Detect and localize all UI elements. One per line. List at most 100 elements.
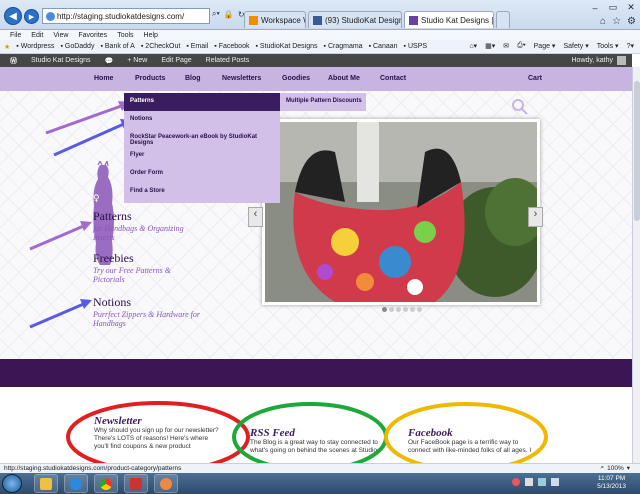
vertical-scrollbar[interactable]	[632, 67, 640, 463]
taskbar-chrome[interactable]	[94, 474, 118, 493]
submenu-patterns[interactable]: Patterns	[124, 93, 280, 111]
fav-studiokat[interactable]: ▪ StudioKat Designs	[255, 43, 317, 50]
address-bar[interactable]: http://staging.studiokatdesigns.com/	[42, 8, 210, 24]
fav-bankofa[interactable]: ▪ Bank of A	[100, 43, 134, 50]
tray-app-icon[interactable]	[512, 478, 520, 486]
slider-dot[interactable]	[382, 307, 387, 312]
nav-products[interactable]: Products	[135, 75, 165, 82]
comments-icon[interactable]: 💬	[105, 57, 114, 65]
minimize-icon[interactable]: –	[589, 3, 601, 13]
products-dropdown: Patterns Notions RockStar Peacework-an e…	[124, 93, 280, 203]
highlight-circles	[66, 401, 548, 463]
menu-favorites[interactable]: Favorites	[78, 32, 107, 39]
volume-icon[interactable]	[551, 478, 559, 486]
slider-prev-button[interactable]: ‹	[248, 207, 263, 227]
wp-site-link[interactable]: Studio Kat Designs	[31, 57, 91, 64]
home-cmd-icon[interactable]: ⌂▾	[469, 42, 477, 50]
menu-tools[interactable]: Tools	[117, 32, 133, 39]
wp-new-link[interactable]: + New	[127, 57, 147, 64]
slider-dot[interactable]	[389, 307, 394, 312]
sidebar-notions[interactable]: Notions Purrfect Zippers & Hardware for …	[93, 295, 208, 328]
flag-icon[interactable]	[525, 478, 533, 486]
print-icon[interactable]: ⎙▾	[517, 42, 526, 50]
fav-wordpress[interactable]: ▪ Wordpress	[16, 43, 54, 50]
nav-cart[interactable]: Cart	[528, 75, 542, 82]
submenu-multiple-discounts[interactable]: Multiple Pattern Discounts	[280, 93, 366, 111]
submenu-notions[interactable]: Notions	[124, 111, 280, 129]
mail-icon[interactable]: ✉	[503, 42, 509, 50]
close-window-icon[interactable]: ✕	[625, 2, 637, 13]
fav-usps[interactable]: ▪ USPS	[404, 43, 428, 50]
wp-howdy[interactable]: Howdy, kathy	[572, 54, 626, 67]
handbag-photo	[265, 122, 537, 302]
menu-help[interactable]: Help	[144, 32, 158, 39]
patterns-arrow	[29, 221, 92, 251]
sidebar-patterns[interactable]: Patterns for Handbags & Organizing Inser…	[93, 209, 193, 242]
nav-blog[interactable]: Blog	[185, 75, 201, 82]
safety-menu[interactable]: Safety ▾	[563, 42, 588, 50]
feeds-icon[interactable]: ▦▾	[485, 42, 495, 50]
clock[interactable]: 11:07 PM 5/13/2013	[597, 475, 626, 491]
submenu-find-store[interactable]: Find a Store	[124, 183, 280, 201]
menu-edit[interactable]: Edit	[31, 32, 43, 39]
network-icon[interactable]	[538, 478, 546, 486]
fav-facebook[interactable]: ▪ Facebook	[214, 43, 249, 50]
slider-dot[interactable]	[417, 307, 422, 312]
menu-file[interactable]: File	[10, 32, 21, 39]
nav-home[interactable]: Home	[94, 75, 113, 82]
taskbar-ie[interactable]	[64, 474, 88, 493]
nav-about[interactable]: About Me	[328, 75, 360, 82]
page-icon	[46, 12, 55, 21]
submenu-rockstar[interactable]: RockStar Peacework-an eBook by StudioKat…	[124, 129, 280, 147]
status-url: http://staging.studiokatdesigns.com/prod…	[4, 465, 182, 472]
sidebar-freebies[interactable]: Freebies Try our Free Patterns & Pictori…	[93, 251, 193, 284]
gear-icon[interactable]: ⚙	[627, 16, 636, 27]
taskbar-paint[interactable]	[154, 474, 178, 493]
taskbar-app[interactable]	[124, 474, 148, 493]
taskbar-explorer[interactable]	[34, 474, 58, 493]
back-button[interactable]: ◀	[4, 7, 22, 25]
maximize-icon[interactable]: ▭	[607, 2, 619, 13]
search-icon[interactable]	[512, 99, 528, 115]
help-menu[interactable]: ?▾	[627, 42, 634, 50]
nav-newsletters[interactable]: Newsletters	[222, 75, 261, 82]
fav-cragmama[interactable]: ▪ Cragmama	[324, 43, 363, 50]
fav-email[interactable]: ▪ Email	[186, 43, 208, 50]
fav-2checkout[interactable]: ▪ 2CheckOut	[141, 43, 180, 50]
wp-related-link[interactable]: Related Posts	[206, 57, 250, 64]
nav-goodies[interactable]: Goodies	[282, 75, 310, 82]
new-tab-button[interactable]	[496, 11, 510, 28]
favorites-star-icon[interactable]: ★	[4, 43, 10, 51]
start-button[interactable]	[2, 474, 22, 493]
tools-menu[interactable]: Tools ▾	[597, 42, 619, 50]
slider-dot[interactable]	[403, 307, 408, 312]
scroll-thumb[interactable]	[634, 81, 640, 221]
submenu-flyer[interactable]: Flyer	[124, 147, 280, 165]
slider-next-button[interactable]: ›	[528, 207, 543, 227]
zoom-control[interactable]: ⌕ 100% ▾	[600, 463, 630, 473]
info-columns: Newsletter Why should you sign up for ou…	[0, 387, 632, 463]
nav-contact[interactable]: Contact	[380, 75, 406, 82]
notions-arrow	[29, 299, 92, 329]
fav-godaddy[interactable]: ▪ GoDaddy	[60, 43, 94, 50]
slider-dot[interactable]	[396, 307, 401, 312]
wp-edit-link[interactable]: Edit Page	[161, 57, 191, 64]
home-icon[interactable]: ⌂	[600, 16, 606, 27]
submenu-order-form[interactable]: Order Form	[124, 165, 280, 183]
image-slider[interactable]	[262, 119, 540, 305]
star-icon[interactable]: ☆	[612, 16, 621, 27]
lock-icon[interactable]: 🔒	[224, 10, 234, 19]
forward-button[interactable]: ▶	[24, 9, 39, 24]
tab-facebook[interactable]: (93) StudioKat Designs	[308, 11, 402, 28]
address-text: http://staging.studiokatdesigns.com/	[57, 12, 185, 21]
webmail-icon	[249, 15, 258, 25]
slider-dot[interactable]	[410, 307, 415, 312]
tab-webmail[interactable]: Workspace Webmail :: Mail Ind...	[244, 11, 306, 28]
menu-view[interactable]: View	[53, 32, 68, 39]
wp-admin-bar: Ⓦ Studio Kat Designs 💬 + New Edit Page R…	[0, 54, 632, 67]
page-menu[interactable]: Page ▾	[534, 42, 556, 50]
tab-studiokat[interactable]: Studio Kat Designs | Patterns... ✕	[404, 11, 494, 28]
fav-canaan[interactable]: ▪ Canaan	[369, 43, 398, 50]
search-icon[interactable]: ⌕▾	[212, 9, 220, 19]
wordpress-icon[interactable]: Ⓦ	[10, 56, 17, 66]
